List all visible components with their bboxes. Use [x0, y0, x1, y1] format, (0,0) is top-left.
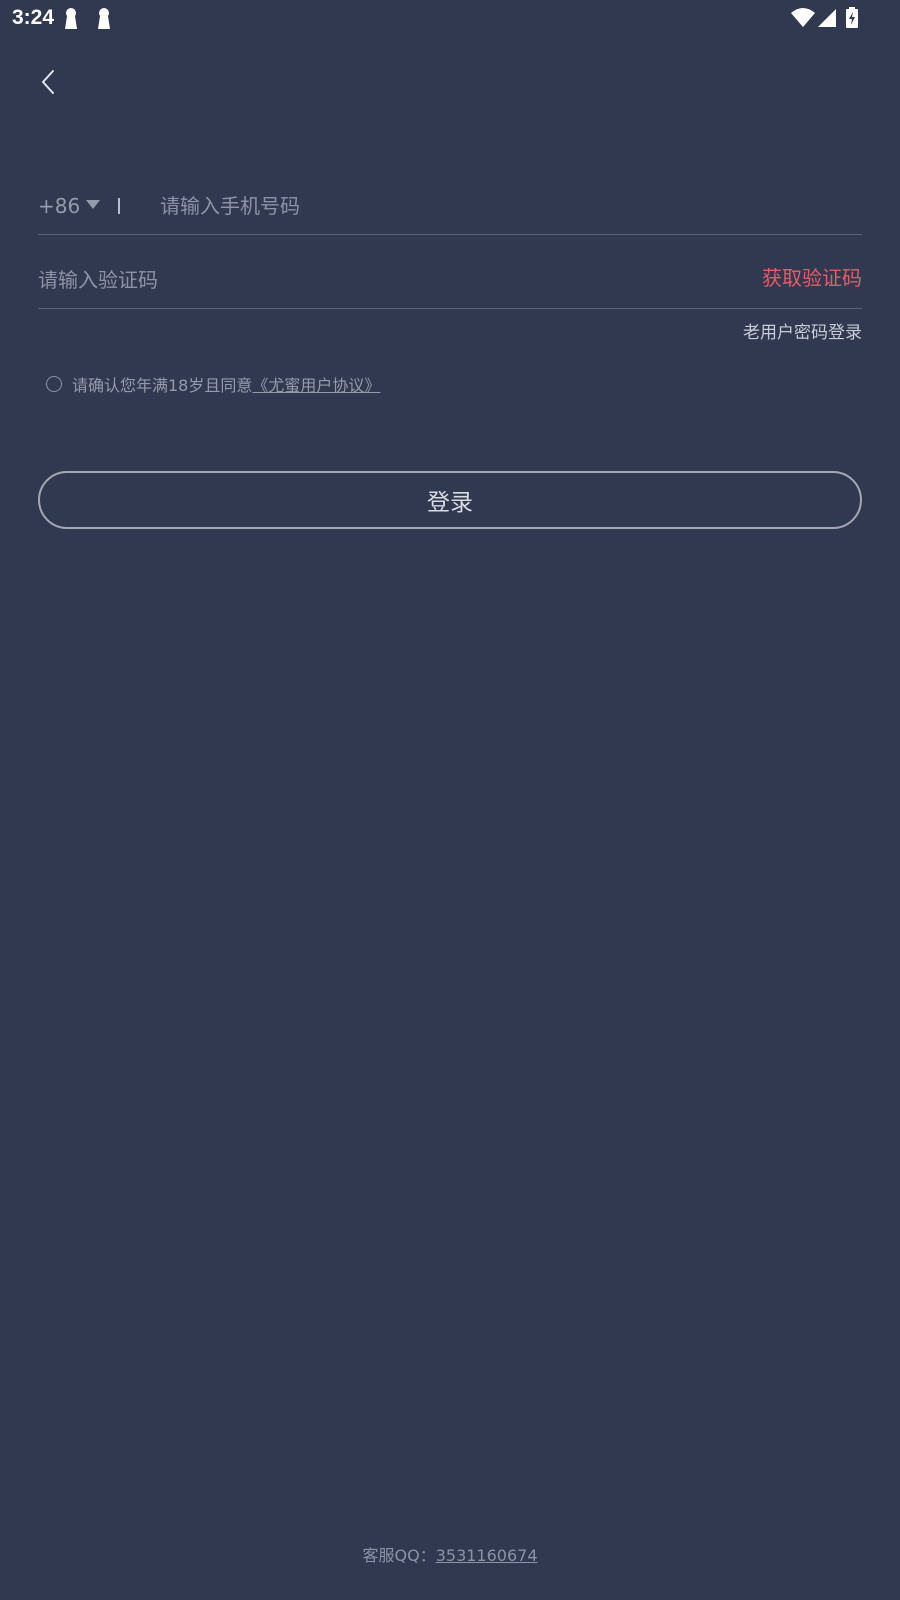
agreement-text: 请确认您年满18岁且同意	[72, 376, 253, 395]
login-button[interactable]: 登录	[38, 471, 862, 529]
wifi-icon	[791, 8, 815, 27]
text-cursor	[118, 198, 120, 214]
customer-service-footer: 客服QQ：3531160674	[0, 1542, 900, 1570]
password-login-link[interactable]: 老用户密码登录	[743, 320, 862, 346]
caret-down-icon[interactable]	[86, 200, 100, 210]
verification-code-input[interactable]	[38, 262, 598, 298]
customer-service-label: 客服QQ：	[362, 1546, 436, 1565]
phone-number-input[interactable]	[160, 188, 840, 224]
chevron-left-icon	[42, 70, 54, 94]
back-button[interactable]	[28, 60, 68, 104]
user-agreement-link[interactable]: 《尤蜜用户协议》	[252, 372, 380, 396]
keyhole-notification-icon	[98, 8, 110, 29]
status-time: 3:24	[12, 6, 55, 29]
get-code-button[interactable]: 获取验证码	[762, 264, 862, 292]
qq-number-link[interactable]: 3531160674	[436, 1546, 538, 1565]
phone-input-row: +86	[38, 178, 862, 235]
verification-code-row: 获取验证码	[38, 254, 862, 309]
keyhole-notification-icon	[65, 8, 77, 29]
country-code-selector[interactable]: +86	[38, 192, 80, 220]
agreement-row: 请确认您年满18岁且同意 《尤蜜用户协议》	[46, 371, 380, 397]
battery-charging-icon	[846, 7, 858, 28]
login-screen: 3:24 +86 请输入手机号码 请输入验证码 获取验证码 老用户密码登录 请确…	[0, 0, 900, 1600]
agreement-checkbox[interactable]	[46, 376, 62, 392]
status-bar: 3:24	[0, 0, 900, 36]
cell-signal-icon	[818, 9, 836, 27]
